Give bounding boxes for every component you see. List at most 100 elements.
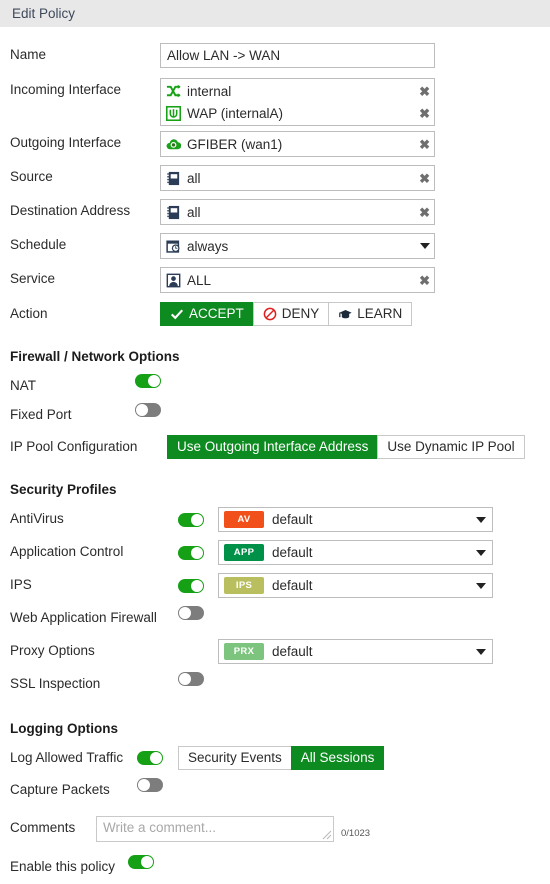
label-outgoing-interface: Outgoing Interface [10,135,122,150]
application-control-toggle[interactable] [178,545,204,560]
control-capture-packets [137,778,550,792]
field-row-ips: IPS IPS default [0,573,550,602]
nat-toggle[interactable] [135,374,161,388]
address-book-icon [165,170,182,187]
chevron-down-icon[interactable] [476,582,486,589]
chevron-down-icon[interactable] [476,516,486,523]
app-badge: APP [224,544,264,561]
control-name [160,43,550,68]
source-tagbox[interactable]: all ✖ [160,165,435,191]
label-destination-address: Destination Address [10,203,131,218]
field-row-name: Name [0,43,550,72]
control-antivirus: AV default [178,507,550,532]
ip-pool-dynamic-button[interactable]: Use Dynamic IP Pool [377,435,525,459]
label-incoming-interface: Incoming Interface [10,82,122,97]
label-service: Service [10,271,56,286]
action-deny-button[interactable]: DENY [252,302,330,326]
chevron-down-icon[interactable] [476,648,486,655]
label-action: Action [10,306,48,321]
field-row-outgoing-interface: Outgoing Interface GFIBER (wan1) ✖ [0,131,550,160]
chevron-down-icon[interactable] [476,549,486,556]
service-tagbox[interactable]: ALL ✖ [160,267,435,293]
capture-packets-toggle[interactable] [137,778,163,792]
toggle-knob [191,579,203,592]
field-row-service: Service ALL ✖ [0,267,550,296]
toggle-knob [179,673,191,685]
list-item[interactable]: GFIBER (wan1) ✖ [165,133,430,155]
outgoing-interface-tagbox[interactable]: GFIBER (wan1) ✖ [160,131,435,157]
field-row-nat: NAT [0,374,550,403]
remove-tag-icon[interactable]: ✖ [415,107,430,120]
action-accept-button[interactable]: ACCEPT [160,302,254,326]
log-security-events-button[interactable]: Security Events [178,746,292,770]
control-nat [135,374,550,388]
remove-tag-icon[interactable]: ✖ [415,172,430,185]
remove-tag-icon[interactable]: ✖ [415,85,430,98]
web-application-firewall-toggle[interactable] [178,606,204,620]
field-row-web-application-firewall: Web Application Firewall [0,606,550,635]
action-learn-button[interactable]: LEARN [328,302,413,326]
edit-policy-form: Name Incoming Interface intern [0,27,550,884]
field-row-source: Source all ✖ [0,165,550,194]
chevron-down-icon[interactable] [420,243,430,249]
toggle-knob [179,607,191,619]
destination-address-tagbox[interactable]: all ✖ [160,199,435,225]
action-accept-label: ACCEPT [189,306,244,321]
action-learn-label: LEARN [357,306,403,321]
ips-profile-select[interactable]: IPS default [218,573,493,598]
av-badge: AV [224,511,264,528]
list-item[interactable]: WAP (internalA) ✖ [165,102,430,124]
comments-character-counter: 0/1023 [341,828,371,839]
application-control-profile-value: default [272,545,313,560]
antivirus-toggle[interactable] [178,512,204,527]
list-item[interactable]: all ✖ [165,167,430,189]
field-row-schedule: Schedule always [0,233,550,262]
enable-policy-toggle[interactable] [128,855,154,869]
control-log-allowed-traffic: Security Events All Sessions [137,746,550,770]
remove-tag-icon[interactable]: ✖ [415,138,430,151]
control-source: all ✖ [160,165,550,191]
label-capture-packets: Capture Packets [10,782,110,797]
field-row-log-allowed-traffic: Log Allowed Traffic Security Events All … [0,746,550,775]
ip-pool-button-group: Use Outgoing Interface Address Use Dynam… [167,435,525,459]
antivirus-profile-select[interactable]: AV default [218,507,493,532]
page-title: Edit Policy [12,6,76,21]
toggle-knob [138,779,150,791]
comments-textarea[interactable] [96,816,334,842]
control-ssl-inspection [178,672,550,686]
prx-badge: PRX [224,643,264,660]
section-heading-logging-options: Logging Options [10,721,118,736]
field-row-ip-pool-configuration: IP Pool Configuration Use Outgoing Inter… [0,435,550,464]
list-item[interactable]: all ✖ [165,201,430,223]
field-row-fixed-port: Fixed Port [0,403,550,432]
section-heading-firewall-network-options: Firewall / Network Options [10,349,180,364]
shuffle-interface-icon [165,83,182,100]
incoming-interface-tagbox[interactable]: internal ✖ WAP (internalA) ✖ [160,78,435,126]
application-control-profile-select[interactable]: APP default [218,540,493,565]
policy-name-input[interactable] [160,43,435,68]
tag-label: GFIBER (wan1) [187,136,283,152]
label-log-allowed-traffic: Log Allowed Traffic [10,750,124,765]
schedule-selected-value[interactable]: always [165,235,430,257]
control-service: ALL ✖ [160,267,550,293]
proxy-options-profile-select[interactable]: PRX default [218,639,493,664]
control-schedule: always [160,233,550,259]
wifi-ap-icon [165,105,182,122]
dialog-titlebar: Edit Policy [0,0,550,27]
log-all-sessions-button[interactable]: All Sessions [290,746,385,770]
label-ips: IPS [10,577,32,592]
remove-tag-icon[interactable]: ✖ [415,206,430,219]
ips-toggle[interactable] [178,578,204,593]
fixed-port-toggle[interactable] [135,403,161,417]
toggle-knob [191,546,203,559]
list-item[interactable]: ALL ✖ [165,269,430,291]
field-row-application-control: Application Control APP default [0,540,550,569]
list-item[interactable]: internal ✖ [165,80,430,102]
ip-pool-outgoing-interface-button[interactable]: Use Outgoing Interface Address [167,435,379,459]
remove-tag-icon[interactable]: ✖ [415,274,430,287]
schedule-dropdown[interactable]: always [160,233,435,259]
toggle-knob [150,752,162,764]
ssl-inspection-toggle[interactable] [178,672,204,686]
log-allowed-traffic-toggle[interactable] [137,751,163,765]
label-antivirus: AntiVirus [10,511,64,526]
